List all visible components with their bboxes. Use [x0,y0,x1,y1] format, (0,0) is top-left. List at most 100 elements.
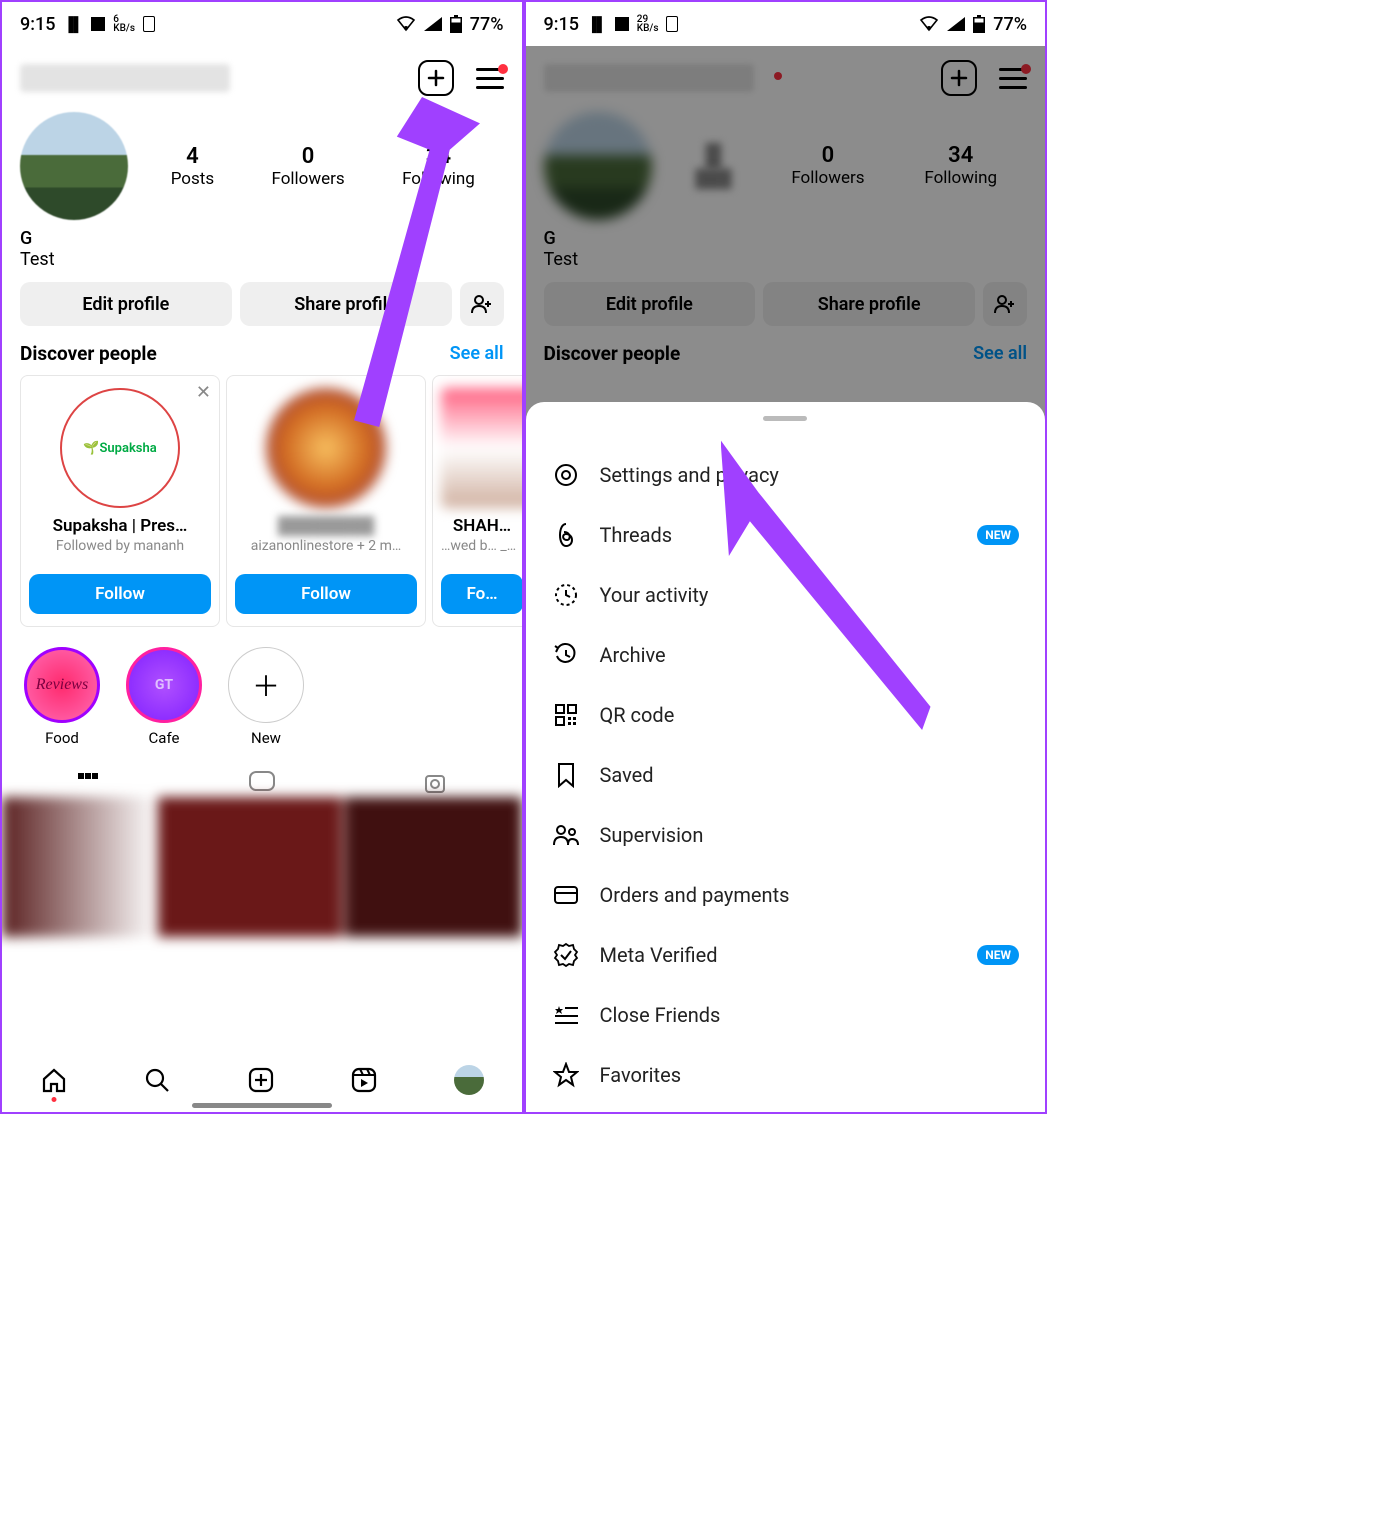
username-dropdown [544,64,754,92]
card-icon [552,881,580,909]
highlight-cafe[interactable]: GT Cafe [126,647,202,747]
status-sim-icon [666,16,678,32]
highlight-label: Cafe [126,729,202,747]
posts-grid[interactable] [2,797,522,937]
stat-posts-label: Posts [171,169,214,189]
activity-icon [552,581,580,609]
close-icon[interactable]: ✕ [196,382,211,403]
discover-card[interactable]: ✕ 🌱 Supaksha Supaksha | Pres… Followed b… [20,375,220,627]
qr-icon [552,701,580,729]
menu-favorites[interactable]: Favorites [526,1045,1046,1105]
discover-cards[interactable]: ✕ 🌱 Supaksha Supaksha | Pres… Followed b… [2,375,522,627]
battery-pct: 77% [470,14,504,35]
menu-your-activity[interactable]: Your activity [526,565,1046,625]
status-id-icon: ▐▌ [63,16,83,33]
share-profile-button[interactable]: Share profile [240,282,452,326]
menu-supervision[interactable]: Supervision [526,805,1046,865]
stat-following-label: Following [924,168,997,188]
threads-icon [552,521,580,549]
stat-posts[interactable]: 4 Posts [171,144,214,189]
status-data-rate: 29KB/s [637,15,659,33]
nav-search-icon[interactable] [143,1066,171,1094]
menu-qr-code[interactable]: QR code [526,685,1046,745]
menu-settings-privacy[interactable]: Settings and privacy [526,445,1046,505]
profile-avatar[interactable] [20,112,128,220]
discover-card-sub: aizanonlinestore + 2 m… [235,538,417,554]
nav-home-icon[interactable] [40,1066,68,1094]
nav-profile-avatar[interactable] [454,1065,484,1095]
phone-right-menu: 9:15 ▐▌ 29KB/s 77% ████ 0Followers 34Fol… [524,0,1048,1114]
menu-threads[interactable]: Threads NEW [526,505,1046,565]
discover-people-button [983,282,1027,326]
list-star-icon [552,1001,580,1029]
discover-people-button[interactable] [460,282,504,326]
stat-following-label: Following [402,169,475,189]
archive-icon [552,641,580,669]
menu-label: Supervision [600,823,704,847]
nav-create-icon[interactable] [247,1066,275,1094]
phone-left-profile: 9:15 ▐▌ 6KB/s 77% [0,0,524,1114]
discover-see-all-link: See all [973,343,1027,364]
signal-icon [424,17,442,31]
highlight-new[interactable]: ＋ New [228,647,304,747]
menu-orders-payments[interactable]: Orders and payments [526,865,1046,925]
profile-header [2,46,522,102]
notification-dot-icon [774,72,782,80]
discover-card[interactable]: ████████ aizanonlinestore + 2 m… Follow [226,375,426,627]
username-dropdown[interactable] [20,64,230,92]
menu-hamburger-button[interactable] [476,68,504,89]
discover-card-sub: Followed by mananh [29,538,211,554]
follow-button[interactable]: Follow [29,574,211,614]
discover-title: Discover people [544,342,681,365]
sheet-drag-handle[interactable] [763,416,807,421]
menu-label: QR code [600,703,675,727]
new-badge: NEW [977,525,1019,545]
profile-bio-text: Test [20,249,504,270]
profile-name: G [544,228,1028,249]
stat-following[interactable]: 34 Following [402,144,475,189]
wifi-icon [396,16,416,32]
gesture-bar [192,1103,332,1108]
menu-saved[interactable]: Saved [526,745,1046,805]
profile-tabs [2,753,522,795]
discover-title: Discover people [20,342,157,365]
edit-profile-button[interactable]: Edit profile [20,282,232,326]
new-badge: NEW [977,945,1019,965]
nav-reels-icon[interactable] [350,1066,378,1094]
menu-archive[interactable]: Archive [526,625,1046,685]
tab-reels-icon[interactable] [249,771,275,795]
menu-label: Your activity [600,583,709,607]
status-time: 9:15 [544,14,579,35]
discover-card[interactable]: SHAH… …wed b… _by_naj… Fo… [432,375,522,627]
discover-card-name: Supaksha | Pres… [29,516,211,536]
status-sim-icon [143,16,155,32]
stat-followers-num: 0 [791,143,864,168]
stat-followers-num: 0 [271,144,344,169]
stat-followers-label: Followers [791,168,864,188]
follow-button[interactable]: Fo… [441,574,522,614]
battery-pct: 77% [993,14,1027,35]
discover-see-all-link[interactable]: See all [450,343,504,364]
menu-label: Favorites [600,1063,682,1087]
stat-following-num: 34 [402,144,475,169]
create-post-button[interactable] [418,60,454,96]
stat-followers[interactable]: 0 Followers [271,144,344,189]
follow-button[interactable]: Follow [235,574,417,614]
status-bar: 9:15 ▐▌ 6KB/s 77% [2,2,522,46]
battery-icon [450,15,462,33]
menu-close-friends[interactable]: Close Friends [526,985,1046,1045]
tab-tagged-icon[interactable] [423,771,447,795]
stat-followers-label: Followers [271,169,344,189]
discover-card-avatar [441,388,522,508]
highlight-food[interactable]: Reviews Food [24,647,100,747]
gear-icon [552,461,580,489]
menu-meta-verified[interactable]: Meta Verified NEW [526,925,1046,985]
status-id-icon: ▐▌ [587,16,607,33]
profile-stats-row: 4 Posts 0 Followers 34 Following [2,102,522,224]
discover-card-avatar [266,388,386,508]
menu-hamburger-button [999,68,1027,89]
highlight-label: Food [24,729,100,747]
tab-grid-icon[interactable] [76,771,100,795]
create-post-button [941,60,977,96]
edit-profile-button: Edit profile [544,282,756,326]
